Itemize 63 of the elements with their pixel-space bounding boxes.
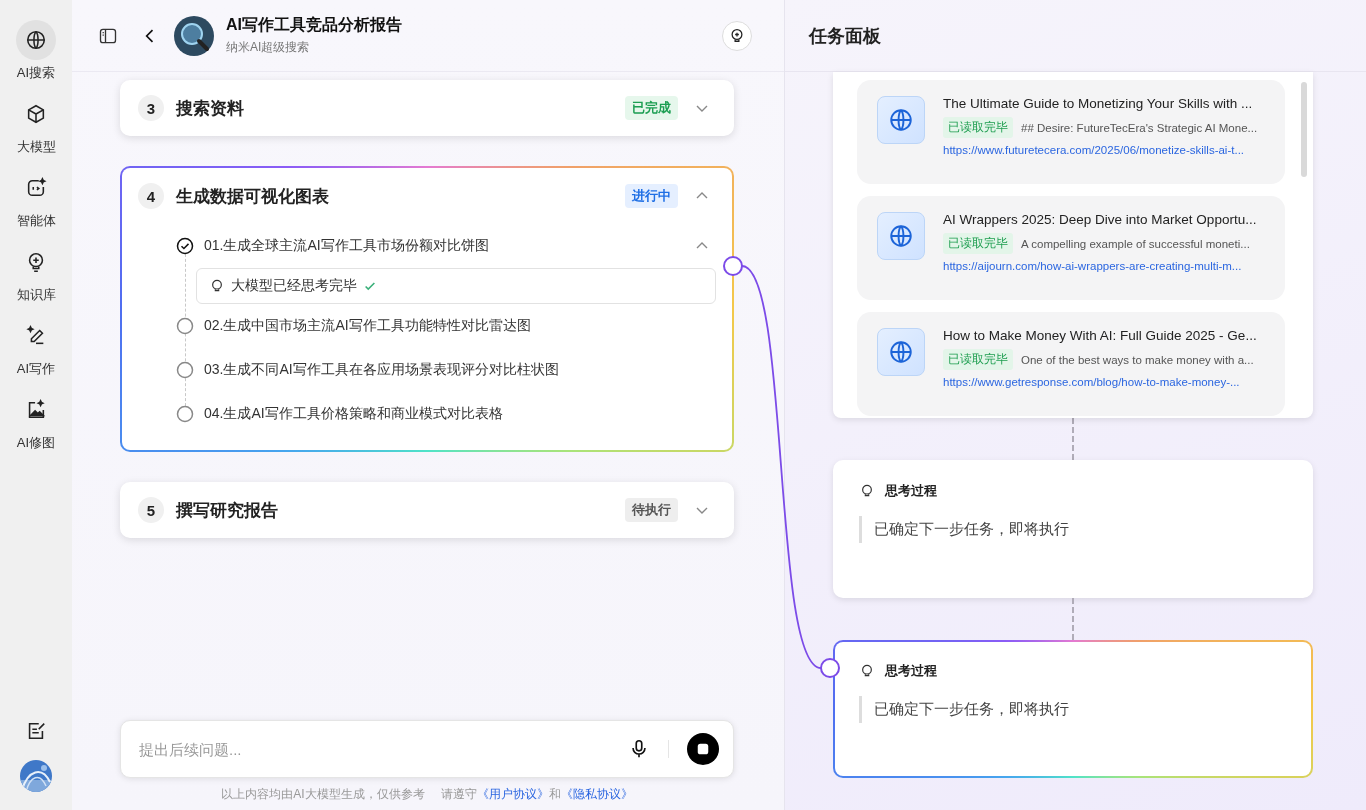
read-badge: 已读取完毕 [943,233,1013,254]
read-badge: 已读取完毕 [943,117,1013,138]
bulb-button[interactable] [722,20,752,51]
status-badge: 进行中 [625,184,678,208]
source-title: How to Make Money With AI: Full Guide 2025 - Ge... [943,328,1257,343]
conjunction-text: 和 [548,785,561,803]
question-field[interactable]: 提出后续问题... [120,720,734,778]
step-number: 3 [138,95,164,121]
sidebar-item[interactable]: 智能体 [16,168,56,230]
sidebar-item[interactable]: AI修图 [16,390,56,452]
scrollbar[interactable] [1301,82,1307,177]
subtask-label[interactable]: 03.生成不同AI写作工具在各应用场景表现评分对比柱状图 [204,361,716,379]
source-url[interactable]: https://aijourn.com/how-ai-wrappers-are-creating-multi-m... [943,260,1257,272]
globe-icon [877,212,925,260]
source-url[interactable]: https://www.futuretecera.com/2025/06/monetize-skills-ai-t... [943,144,1258,156]
bulb-icon [728,26,746,45]
agreement-text: 请遵守 [440,785,477,803]
question-input[interactable]: 提出后续问题... [137,739,628,759]
source-title: AI Wrappers 2025: Deep Dive into Market Opportu... [943,212,1257,227]
stop-icon [696,742,710,756]
source-title: The Ultimate Guide to Monetizing Your Skills with ... [943,96,1254,111]
subtask-label[interactable]: 02.生成中国市场主流AI写作工具功能特性对比雷达图 [204,317,716,335]
thought-text: 已确定下一步任务，即将执行 [859,696,1287,723]
logo-icon [174,15,214,56]
source-item[interactable]: How to Make Money With AI: Full Guide 2025 - Ge... 已读取完毕 One of the best ways to make money with a... https://www.getresponse.com/blog/how-to-make-money-... [857,312,1285,416]
bulb-icon [859,663,875,679]
panel-title: 任务面板 [809,24,881,48]
report-subtitle: 纳米AI超级搜索 [226,39,311,56]
source-snippet: ## Desire: FutureTecEra's Strategic AI Mone... [1021,121,1258,134]
source-item[interactable]: AI Wrappers 2025: Deep Dive into Market Opportu... 已读取完毕 A compelling example of successful moneti... https://aijourn.com/how-ai-wrappers-are-creating-multi-m... [857,196,1285,300]
sidebar-item[interactable]: 大模型 [16,94,56,156]
privacy-agreement-link[interactable]: 《隐私协议》 [560,785,633,803]
bulb-icon [859,483,875,499]
thought-heading: 思考过程 [885,662,937,680]
globe-icon [877,96,925,144]
source-url[interactable]: https://www.getresponse.com/blog/how-to-make-money-... [943,376,1257,388]
step-number: 4 [138,183,164,209]
user-agreement-link[interactable]: 《用户协议》 [476,785,549,803]
sidebar-item[interactable]: AI写作 [16,316,56,378]
status-badge: 已完成 [625,96,678,120]
disclaimer-text: 以上内容均由AI大模型生成，仅供参考 [221,785,425,803]
thought-heading: 思考过程 [885,482,937,500]
step-title: 撰写研究报告 [176,499,279,522]
source-snippet: One of the best ways to make money with a... [1021,353,1254,366]
step-number: 5 [138,497,164,523]
globe-icon [25,29,47,51]
stop-button[interactable] [687,733,719,765]
agent-icon [25,177,47,199]
report-title: AI写作工具竞品分析报告 [226,15,403,35]
step-title: 搜索资料 [176,97,245,120]
status-badge: 待执行 [625,498,678,522]
thought-status: 大模型已经思考完毕 [231,277,357,295]
source-item[interactable]: The Ultimate Guide to Monetizing Your Skills with ... 已读取完毕 ## Desire: FutureTecEra's Strategic AI Mone... https://www.futuretecera.com/2025/06/monetize-skills-ai-t... [857,80,1285,184]
cube-icon [25,103,47,125]
read-badge: 已读取完毕 [943,349,1013,370]
bulb-icon [209,278,225,294]
subtask-label[interactable]: 01.生成全球主流AI写作工具市场份额对比饼图 [204,237,678,255]
source-snippet: A compelling example of successful moneti... [1021,237,1250,250]
globe-icon [877,328,925,376]
sidebar-item[interactable]: 知识库 [16,242,56,304]
step-title: 生成数据可视化图表 [176,185,330,208]
subtask-label[interactable]: 04.生成AI写作工具价格策略和商业模式对比表格 [204,405,716,423]
thought-text: 已确定下一步任务，即将执行 [859,516,1287,543]
